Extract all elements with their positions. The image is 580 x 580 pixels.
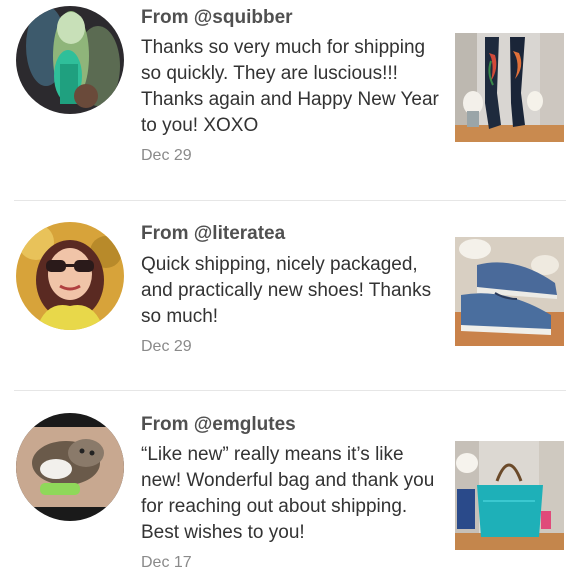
listing-thumbnail[interactable] <box>455 237 564 346</box>
avatar[interactable] <box>16 6 124 114</box>
review-item: From @emglutes “Like new” really means i… <box>0 390 580 580</box>
listing-thumbnail[interactable] <box>455 33 564 142</box>
review-date: Dec 29 <box>141 338 192 355</box>
review-date: Dec 29 <box>141 147 192 164</box>
review-author[interactable]: From @literatea <box>141 223 285 245</box>
avatar[interactable] <box>16 413 124 521</box>
listing-thumbnail[interactable] <box>455 441 564 550</box>
review-author[interactable]: From @emglutes <box>141 414 296 436</box>
review-author[interactable]: From @squibber <box>141 7 293 29</box>
review-text: Quick shipping, nicely packaged, and pra… <box>141 254 432 327</box>
review-text: “Like new” really means it’s like new! W… <box>141 444 435 543</box>
review-date: Dec 17 <box>141 554 192 571</box>
review-list: From @squibber Thanks so very much for s… <box>0 0 580 580</box>
review-text: Thanks so very much for shipping so quic… <box>141 37 439 136</box>
review-item: From @literatea Quick shipping, nicely p… <box>0 200 580 390</box>
avatar[interactable] <box>16 222 124 330</box>
review-item: From @squibber Thanks so very much for s… <box>0 0 580 200</box>
